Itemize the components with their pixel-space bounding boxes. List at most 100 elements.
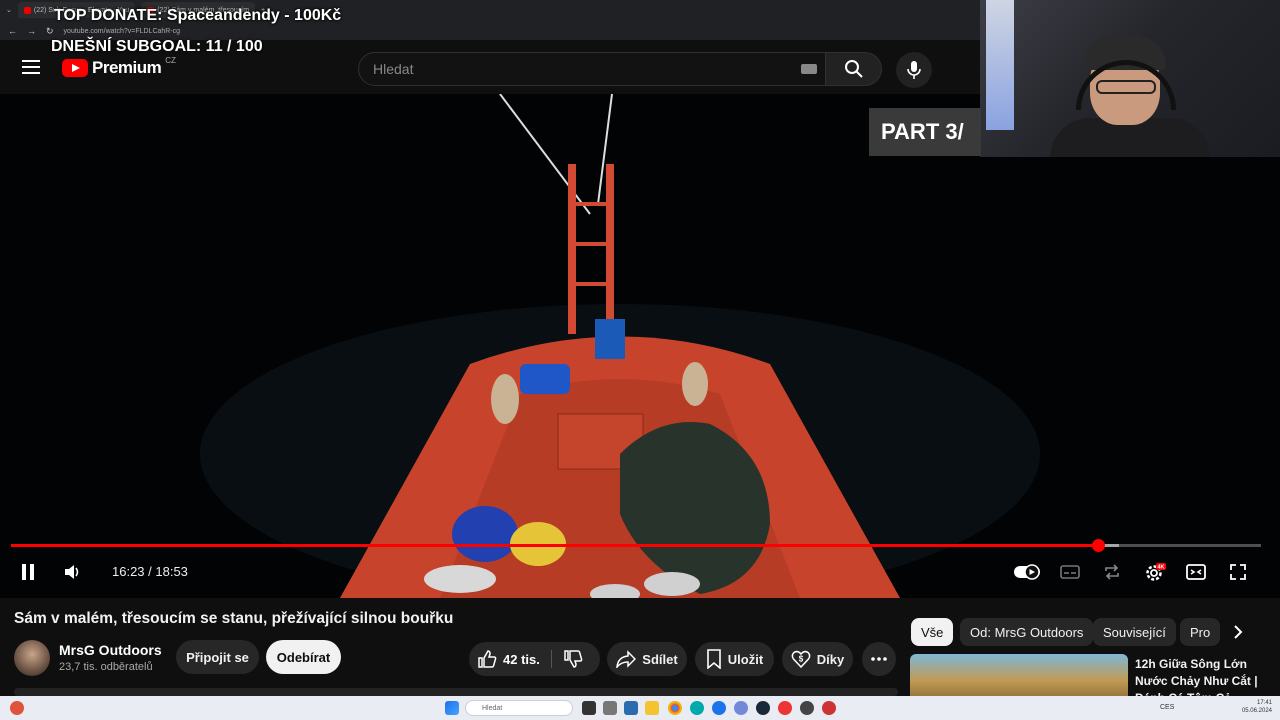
thumbs-up-icon (478, 650, 497, 668)
more-actions-button[interactable] (862, 642, 896, 676)
like-dislike-group: 42 tis. (469, 642, 600, 676)
thanks-heart-icon: $ (791, 650, 811, 669)
chip-all[interactable]: Vše (911, 618, 954, 646)
part-badge: PART 3/ (869, 108, 981, 156)
logo-text: Premium (92, 58, 162, 77)
pause-button[interactable] (14, 556, 42, 588)
chevron-right-icon (1234, 625, 1243, 639)
taskbar-search[interactable]: Hledat (465, 700, 573, 716)
chip-related[interactable]: Související (1093, 618, 1176, 646)
store-icon[interactable] (624, 701, 638, 715)
progress-played (11, 544, 1098, 547)
more-horizontal-icon (871, 657, 887, 661)
glasses-icon (1096, 80, 1156, 94)
record-icon[interactable] (778, 701, 792, 715)
keyboard-icon[interactable] (801, 64, 817, 74)
avatar[interactable] (14, 640, 50, 676)
subscriber-count: 23,7 tis. odběratelů (59, 661, 153, 673)
tray-language[interactable]: CES (1160, 704, 1174, 711)
app-icon[interactable] (822, 701, 836, 715)
save-button[interactable]: Uložit (695, 642, 774, 676)
like-separator (551, 650, 552, 668)
volume-icon (65, 565, 79, 579)
save-label: Uložit (727, 651, 764, 667)
like-button[interactable]: 42 tis. (477, 642, 540, 676)
share-icon (616, 650, 637, 668)
hamburger-menu-icon[interactable] (22, 60, 40, 74)
fullscreen-icon (1230, 564, 1246, 580)
edge-icon[interactable] (690, 701, 704, 715)
back-icon[interactable]: ← (8, 26, 17, 36)
chrome-icon[interactable] (668, 701, 682, 715)
browser-menu-icon[interactable]: ⌄ (6, 6, 12, 14)
obs-icon[interactable] (800, 701, 814, 715)
file-explorer-icon[interactable] (645, 701, 659, 715)
gear-icon: 4K (1146, 563, 1166, 581)
progress-scrubber-handle[interactable] (1091, 539, 1105, 552)
chip-for-you[interactable]: Pro (1180, 618, 1221, 646)
search-input[interactable] (359, 53, 789, 85)
chips-next-button[interactable] (1226, 620, 1250, 644)
share-button[interactable]: Sdílet (607, 642, 687, 676)
youtube-favicon-icon (23, 6, 31, 14)
reload-icon[interactable]: ↻ (46, 26, 54, 37)
theater-mode-button[interactable] (1182, 556, 1210, 588)
search-icon (844, 60, 863, 78)
quality-badge: 4K (1157, 565, 1164, 571)
subscribe-button[interactable]: Odebírat (266, 640, 341, 674)
video-frame-boat (0, 94, 1280, 598)
youtube-play-logo-icon (62, 59, 88, 77)
settings-button[interactable]: 4K (1140, 556, 1170, 588)
youtube-premium-logo[interactable]: Premium CZ (62, 55, 176, 78)
subtitles-icon (1060, 565, 1080, 579)
svg-text:$: $ (799, 655, 804, 664)
join-button[interactable]: Připojit se (176, 640, 259, 674)
clock-date: 05.06.2024 (1241, 708, 1272, 714)
recommendation-thumbnail[interactable] (910, 654, 1128, 702)
widgets-icon[interactable] (603, 701, 617, 715)
search-button[interactable] (826, 52, 882, 86)
like-count: 42 tis. (503, 651, 540, 667)
country-code: CZ (165, 55, 176, 65)
task-view-icon[interactable] (582, 701, 596, 715)
dislike-button[interactable] (563, 642, 583, 676)
taskbar-search-placeholder: Hledat (482, 704, 503, 712)
share-label: Sdílet (642, 651, 678, 667)
subtitles-button[interactable] (1056, 556, 1084, 588)
windows-start-icon[interactable] (445, 701, 459, 715)
loop-button[interactable] (1098, 556, 1126, 588)
autoplay-toggle[interactable] (1012, 556, 1042, 588)
fullscreen-button[interactable] (1224, 556, 1252, 588)
url-text[interactable]: youtube.com/watch?v=FLDLCahR-cg (64, 28, 181, 35)
system-clock[interactable]: 17:41 05.06.2024 (1242, 699, 1272, 715)
thanks-button[interactable]: $ Díky (782, 642, 853, 676)
voice-search-button[interactable] (896, 52, 932, 88)
thanks-label: Díky (816, 651, 845, 667)
discord-icon[interactable] (734, 701, 748, 715)
forward-icon[interactable]: → (27, 26, 36, 36)
top-donate-overlay: TOP DONATE: Spaceandendy - 100Kč (54, 7, 342, 24)
video-title: Sám v malém, třesoucím se stanu, přežíva… (14, 610, 454, 627)
windows-taskbar: Hledat CES 17:41 05.06.2024 (0, 696, 1280, 720)
webcam-light (986, 0, 1014, 130)
chip-from-channel[interactable]: Od: MrsG Outdoors (960, 618, 1094, 646)
volume-button[interactable] (58, 556, 86, 588)
description-box-edge[interactable] (14, 688, 898, 696)
microphone-icon (907, 61, 921, 79)
steam-icon[interactable] (756, 701, 770, 715)
channel-name[interactable]: MrsG Outdoors (59, 642, 162, 658)
bookmark-icon (706, 649, 721, 669)
time-display: 16:23 / 18:53 (112, 564, 188, 579)
video-player[interactable]: 16:23 / 18:53 4K (0, 94, 1280, 598)
browser-icon[interactable] (712, 701, 726, 715)
thumbs-down-icon (564, 650, 583, 668)
progress-bar[interactable] (11, 539, 1261, 552)
subgoal-overlay: DNEŠNÍ SUBGOAL: 11 / 100 (51, 38, 263, 55)
theater-mode-icon (1186, 564, 1206, 580)
clock-time: 17:41 (1256, 700, 1272, 706)
pause-icon (22, 564, 34, 580)
weather-icon[interactable] (10, 701, 24, 715)
repeat-icon (1105, 564, 1119, 580)
webcam-feed (980, 0, 1280, 157)
search-box (358, 52, 826, 86)
